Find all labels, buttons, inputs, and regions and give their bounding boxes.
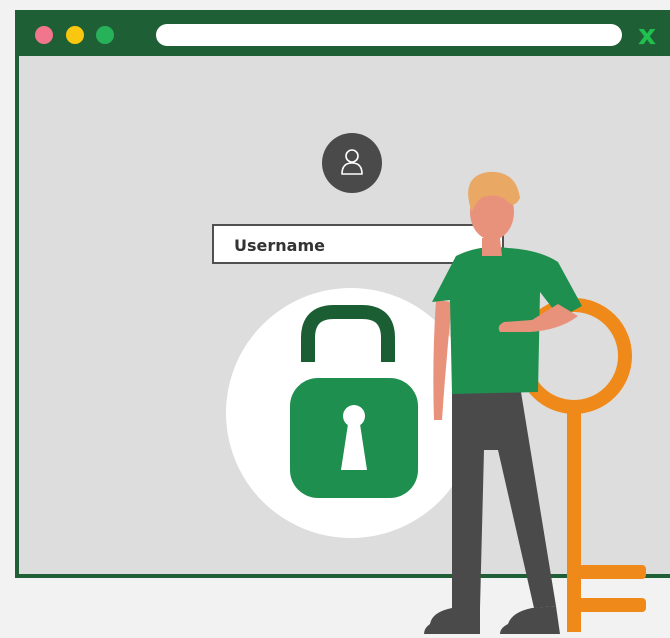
- unlocked-padlock-icon: [290, 305, 418, 498]
- illustration-scene: [290, 171, 646, 634]
